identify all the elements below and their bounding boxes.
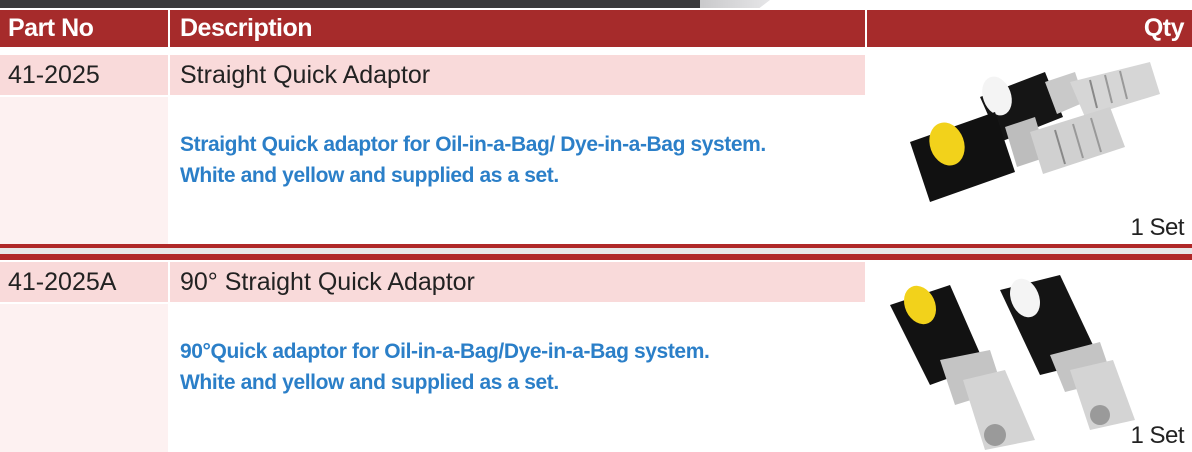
- part-number: 41-2025: [0, 55, 168, 95]
- top-banner: [0, 0, 1192, 8]
- description-line: 90°Quick adaptor for Oil-in-a-Bag/Dye-in…: [180, 340, 710, 363]
- description-line: Straight Quick adaptor for Oil-in-a-Bag/…: [180, 133, 766, 156]
- header-part-no: Part No: [0, 10, 168, 47]
- product-description: Straight Quick adaptor for Oil-in-a-Bag/…: [180, 129, 870, 191]
- banner-bar: [0, 0, 715, 8]
- angled-quick-adaptor-image: [890, 275, 1135, 450]
- product-description: 90°Quick adaptor for Oil-in-a-Bag/Dye-in…: [180, 336, 870, 398]
- product-title: Straight Quick Adaptor: [170, 55, 865, 95]
- qty-value: 1 Set: [1130, 214, 1184, 241]
- part-number: 41-2025A: [0, 262, 168, 302]
- straight-quick-adaptor-image: [910, 62, 1160, 202]
- part-cell-fill: [0, 304, 168, 452]
- qty-value: 1 Set: [1130, 422, 1184, 449]
- description-line: White and yellow and supplied as a set.: [180, 371, 559, 394]
- header-qty: Qty: [867, 10, 1192, 47]
- product-title: 90° Straight Quick Adaptor: [170, 262, 865, 302]
- header-description: Description: [170, 10, 865, 47]
- part-cell-fill: [0, 97, 168, 244]
- row-divider: [0, 244, 1192, 260]
- banner-swoosh: [700, 0, 770, 8]
- description-line: White and yellow and supplied as a set.: [180, 164, 559, 187]
